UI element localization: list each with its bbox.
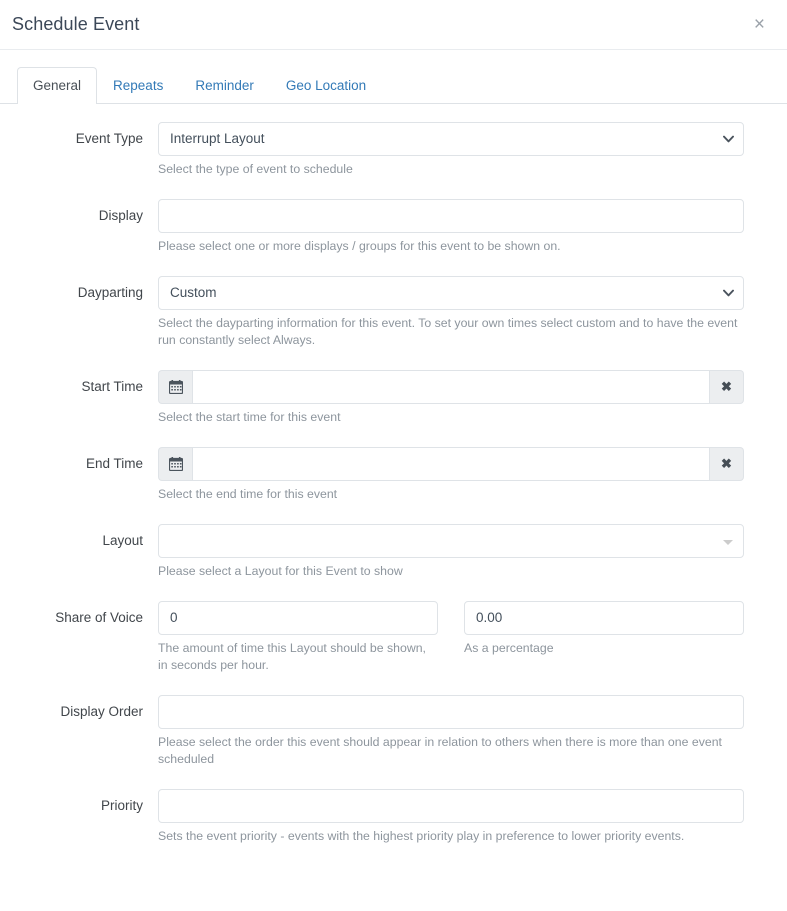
priority-input[interactable]	[158, 789, 744, 823]
form-row-dayparting: Dayparting Custom Select the dayparting …	[18, 276, 769, 349]
calendar-icon[interactable]	[158, 370, 192, 404]
form-row-end-time: End Time	[18, 447, 769, 503]
layout-help: Please select a Layout for this Event to…	[158, 563, 738, 580]
share-of-voice-percent-help: As a percentage	[464, 640, 744, 657]
form-row-layout: Layout Please select a Layout for this E…	[18, 524, 769, 580]
caret-down-icon	[723, 540, 733, 545]
start-time-label: Start Time	[18, 370, 158, 426]
dayparting-select[interactable]: Custom	[158, 276, 744, 310]
schedule-event-modal: Schedule Event × General Repeats Reminde…	[0, 0, 787, 911]
general-form: Event Type Interrupt Layout Select the t…	[0, 104, 787, 845]
event-type-label: Event Type	[18, 122, 158, 178]
share-of-voice-percent-input[interactable]	[464, 601, 744, 635]
start-time-input[interactable]	[192, 370, 710, 404]
display-input[interactable]	[158, 199, 744, 233]
tab-reminder[interactable]: Reminder	[179, 67, 270, 104]
form-row-share-of-voice: Share of Voice The amount of time this L…	[18, 601, 769, 674]
dayparting-label: Dayparting	[18, 276, 158, 349]
display-label: Display	[18, 199, 158, 255]
start-time-input-group: ✖	[158, 370, 744, 404]
display-order-help: Please select the order this event shoul…	[158, 734, 738, 768]
form-row-display-order: Display Order Please select the order th…	[18, 695, 769, 768]
display-order-label: Display Order	[18, 695, 158, 768]
clear-start-time-icon[interactable]: ✖	[710, 370, 744, 404]
share-of-voice-seconds-input[interactable]	[158, 601, 438, 635]
dayparting-help: Select the dayparting information for th…	[158, 315, 738, 349]
calendar-icon[interactable]	[158, 447, 192, 481]
display-order-input[interactable]	[158, 695, 744, 729]
layout-label: Layout	[18, 524, 158, 580]
event-type-select[interactable]: Interrupt Layout	[158, 122, 744, 156]
end-time-label: End Time	[18, 447, 158, 503]
form-row-event-type: Event Type Interrupt Layout Select the t…	[18, 122, 769, 178]
tab-general[interactable]: General	[17, 67, 97, 104]
form-row-display: Display Please select one or more displa…	[18, 199, 769, 255]
clear-end-time-icon[interactable]: ✖	[710, 447, 744, 481]
modal-header: Schedule Event ×	[0, 0, 787, 50]
display-help: Please select one or more displays / gro…	[158, 238, 738, 255]
page-title: Schedule Event	[12, 14, 750, 35]
form-row-priority: Priority Sets the event priority - event…	[18, 789, 769, 845]
close-icon[interactable]: ×	[750, 13, 769, 36]
priority-help: Sets the event priority - events with th…	[158, 828, 738, 845]
end-time-help: Select the end time for this event	[158, 486, 738, 503]
start-time-help: Select the start time for this event	[158, 409, 738, 426]
event-type-help: Select the type of event to schedule	[158, 161, 738, 178]
layout-select[interactable]	[158, 524, 744, 558]
tab-bar: General Repeats Reminder Geo Location	[0, 50, 787, 104]
tab-repeats[interactable]: Repeats	[97, 67, 179, 104]
form-row-start-time: Start Time	[18, 370, 769, 426]
share-of-voice-label: Share of Voice	[18, 601, 158, 674]
end-time-input[interactable]	[192, 447, 710, 481]
priority-label: Priority	[18, 789, 158, 845]
end-time-input-group: ✖	[158, 447, 744, 481]
tab-geo-location[interactable]: Geo Location	[270, 67, 382, 104]
share-of-voice-seconds-help: The amount of time this Layout should be…	[158, 640, 438, 674]
